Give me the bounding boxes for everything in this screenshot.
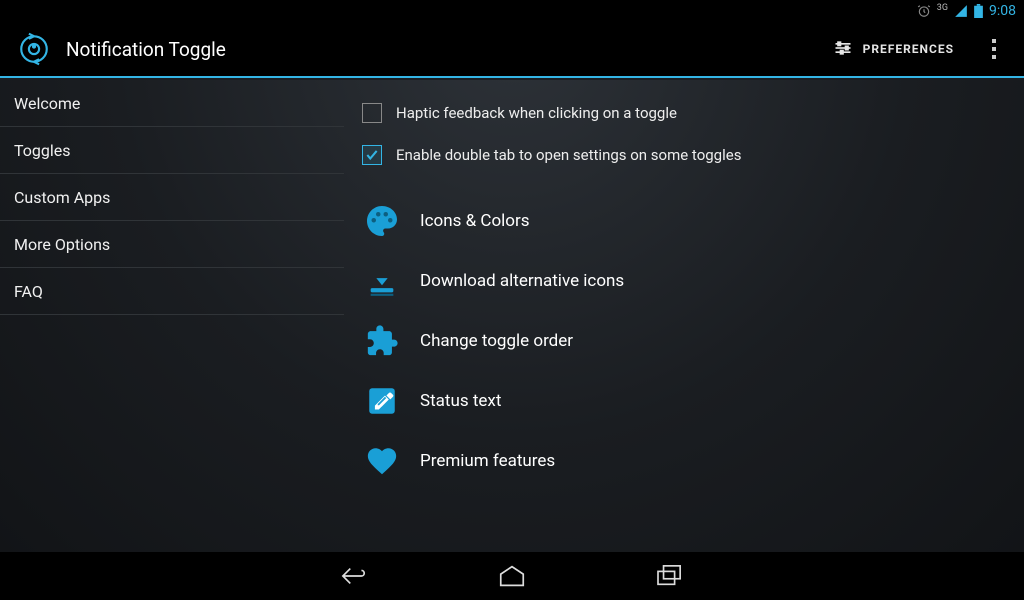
alarm-icon: [917, 4, 931, 18]
download-icon: [362, 261, 402, 301]
preferences-label: PREFERENCES: [863, 42, 954, 56]
signal-icon: [954, 4, 968, 18]
option-label: Icons & Colors: [420, 211, 530, 231]
sidebar-item-label: Custom Apps: [14, 188, 110, 207]
overflow-button[interactable]: [976, 29, 1012, 69]
checkbox-double-tap[interactable]: Enable double tab to open settings on so…: [362, 134, 1004, 176]
checkbox-label: Haptic feedback when clicking on a toggl…: [396, 104, 677, 122]
sliders-icon: [833, 38, 853, 61]
checkbox-haptic-feedback[interactable]: Haptic feedback when clicking on a toggl…: [362, 92, 1004, 134]
content: Welcome Toggles Custom Apps More Options…: [0, 80, 1024, 552]
status-bar: 3G 9:08: [0, 0, 1024, 22]
nav-bar: [0, 552, 1024, 600]
heart-icon: [362, 441, 402, 481]
sidebar-item-faq[interactable]: FAQ: [0, 268, 344, 315]
palette-icon: [362, 201, 402, 241]
checkbox-icon: [362, 103, 382, 123]
sidebar: Welcome Toggles Custom Apps More Options…: [0, 80, 344, 552]
battery-icon: [974, 4, 983, 18]
option-label: Download alternative icons: [420, 271, 624, 291]
sidebar-item-custom-apps[interactable]: Custom Apps: [0, 174, 344, 221]
sidebar-item-more-options[interactable]: More Options: [0, 221, 344, 268]
action-bar: Notification Toggle PREFERENCES: [0, 22, 1024, 78]
sidebar-item-label: Toggles: [14, 141, 71, 160]
network-label: 3G: [937, 3, 948, 13]
sidebar-item-label: More Options: [14, 235, 110, 254]
puzzle-icon: [362, 321, 402, 361]
checkbox-icon: [362, 145, 382, 165]
app-title: Notification Toggle: [66, 38, 819, 61]
sidebar-item-welcome[interactable]: Welcome: [0, 80, 344, 127]
option-label: Status text: [420, 391, 501, 411]
option-toggle-order[interactable]: Change toggle order: [362, 314, 1004, 368]
option-icons-colors[interactable]: Icons & Colors: [362, 194, 1004, 248]
option-label: Change toggle order: [420, 331, 573, 351]
home-button[interactable]: [488, 552, 536, 600]
clock-label: 9:08: [989, 3, 1016, 19]
app-icon: [16, 31, 52, 67]
option-download-icons[interactable]: Download alternative icons: [362, 254, 1004, 308]
option-status-text[interactable]: Status text: [362, 374, 1004, 428]
option-premium[interactable]: Premium features: [362, 434, 1004, 488]
checkbox-label: Enable double tab to open settings on so…: [396, 146, 741, 164]
sidebar-item-label: FAQ: [14, 282, 43, 301]
back-button[interactable]: [330, 552, 378, 600]
sidebar-item-toggles[interactable]: Toggles: [0, 127, 344, 174]
preferences-button[interactable]: PREFERENCES: [819, 30, 968, 69]
sidebar-item-label: Welcome: [14, 94, 80, 113]
recents-button[interactable]: [646, 552, 694, 600]
main-panel: Haptic feedback when clicking on a toggl…: [344, 80, 1024, 552]
edit-note-icon: [362, 381, 402, 421]
option-label: Premium features: [420, 451, 555, 471]
